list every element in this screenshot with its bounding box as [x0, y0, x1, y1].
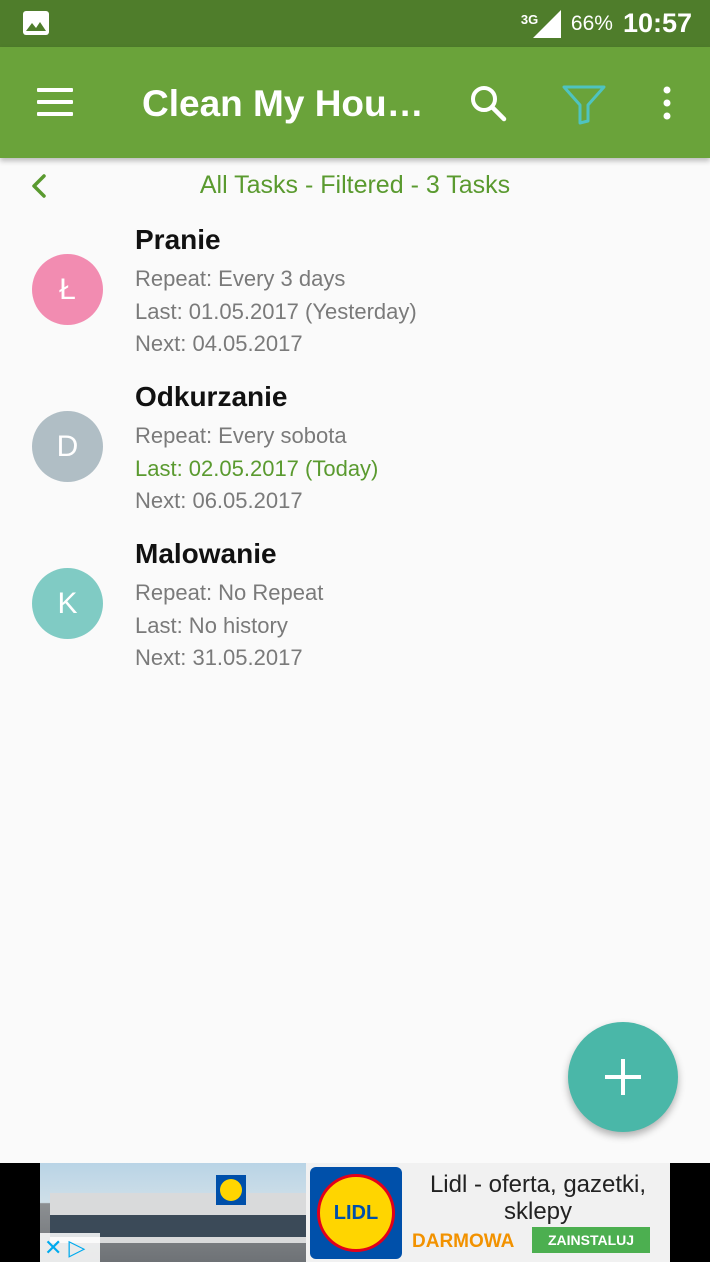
filter-icon[interactable]: [560, 83, 608, 127]
search-icon[interactable]: [466, 81, 510, 125]
ad-title[interactable]: Lidl - oferta, gazetki, sklepy: [410, 1171, 666, 1225]
add-task-button[interactable]: [568, 1022, 678, 1132]
battery-level: 66%: [570, 11, 613, 35]
avatar: D: [32, 411, 103, 482]
menu-icon[interactable]: [30, 82, 80, 122]
avatar: K: [32, 568, 103, 639]
task-item[interactable]: D Odkurzanie Repeat: Every sobota Last: …: [0, 377, 710, 527]
ad-install-button[interactable]: ZAINSTALUJ: [532, 1227, 650, 1253]
app-bar: Clean My Hou…: [0, 47, 710, 158]
task-repeat: Repeat: Every 3 days: [135, 266, 346, 291]
task-next: Next: 06.05.2017: [135, 488, 303, 513]
task-last: Last: 02.05.2017 (Today): [135, 456, 379, 481]
ad-close-icon[interactable]: ✕ ▷: [40, 1233, 100, 1262]
clock: 10:57: [622, 8, 692, 38]
task-name: Pranie: [135, 224, 221, 255]
task-item[interactable]: Ł Pranie Repeat: Every 3 days Last: 01.0…: [0, 220, 710, 370]
task-last: Last: No history: [135, 613, 288, 638]
cell-signal-icon: 3G: [521, 6, 561, 42]
task-next: Next: 31.05.2017: [135, 645, 303, 670]
task-next: Next: 04.05.2017: [135, 331, 303, 356]
lidl-logo-icon: [216, 1175, 246, 1205]
list-title: All Tasks - Filtered - 3 Tasks: [199, 171, 511, 199]
task-item[interactable]: K Malowanie Repeat: No Repeat Last: No h…: [0, 534, 710, 684]
task-repeat: Repeat: No Repeat: [135, 580, 324, 605]
app-title: Clean My Hou…: [142, 83, 422, 124]
filter-header: All Tasks - Filtered - 3 Tasks: [0, 158, 710, 216]
avatar: Ł: [32, 254, 103, 325]
task-name: Odkurzanie: [135, 381, 288, 412]
status-bar: 3G 66% 10:57: [0, 0, 710, 47]
ad-banner: ✕ ▷ LIDL Lidl - oferta, gazetki, sklepy D…: [0, 1163, 710, 1262]
ad-logo-text: LIDL: [333, 1201, 379, 1224]
task-name: Malowanie: [135, 538, 277, 569]
task-repeat: Repeat: Every sobota: [135, 423, 347, 448]
ad-app-logo[interactable]: LIDL: [310, 1167, 402, 1259]
ad-free-label: DARMOWA: [412, 1231, 515, 1252]
task-last: Last: 01.05.2017 (Yesterday): [135, 299, 417, 324]
more-options-icon[interactable]: [652, 83, 682, 127]
image-notification-icon: [22, 10, 50, 36]
